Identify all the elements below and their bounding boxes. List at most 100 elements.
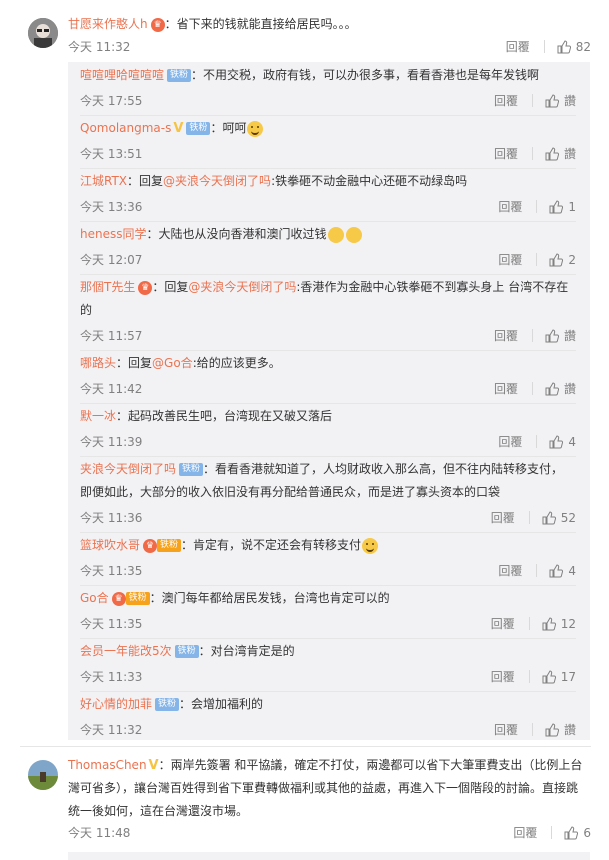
like-button[interactable]: 1 [549,200,576,214]
reply-button[interactable]: 回覆 [491,509,515,526]
reply-button[interactable]: 回覆 [513,824,537,841]
reply-list: 喧喧哩哈喧喧喧 铁粉 ：不用交税，政府有钱，可以办很多事，看看香港也是每年发钱啊 今… [68,62,590,740]
divider [543,40,545,53]
like-button[interactable]: 讚 [545,145,576,162]
reply-username[interactable]: 篮球吹水哥 [80,538,140,552]
reply-button[interactable]: 回覆 [498,251,522,268]
reply-item: Qomolangma-s V 铁粉 ：呵呵 今天 13:51 回覆 讚 [80,115,576,168]
thumb-up-icon [564,825,579,839]
reply-username[interactable]: 夹浪今天倒闭了吗 [80,462,176,476]
divider [531,723,533,736]
reply-actions: 回覆 讚 [494,721,576,738]
like-count: 52 [560,510,576,525]
reply-button[interactable]: 回覆 [506,38,530,55]
reply-actions: 回覆 12 [491,615,576,632]
fan-medal: 铁粉 [125,592,150,605]
reply-username[interactable]: Go合 [80,591,109,605]
reply-item: heness同学：大陆也从没向香港和澳门收过钱 今天 12:07 回覆 2 [80,221,576,274]
reply-text: ：会增加福利的 [179,697,264,711]
like-count: 82 [575,39,591,54]
like-count: 17 [560,669,576,684]
like-button[interactable]: 12 [542,617,576,631]
reply-button[interactable]: 回覆 [498,198,522,215]
divider [531,382,533,395]
like-button[interactable]: 4 [549,564,576,578]
thumb-up-icon [549,563,564,577]
reply-button[interactable]: 回覆 [491,668,515,685]
avatar[interactable] [28,760,58,790]
reply-button[interactable]: 回覆 [494,92,518,109]
fan-badge: 铁粉 [174,645,199,658]
shrug-emoji-icon [327,226,344,243]
divider [80,168,576,169]
like-button[interactable]: 2 [549,253,576,267]
mention-link[interactable]: @夹浪今天倒闭了吗 [188,280,296,294]
reply-username[interactable]: heness同学 [80,227,146,241]
smile-emoji-icon [247,120,264,137]
reply-button[interactable]: 回覆 [498,433,522,450]
reply-button[interactable]: 回覆 [494,327,518,344]
divider [80,638,576,639]
comment-body: 甘愿来作憨人h ♛ ：省下来的钱就能直接给居民吗。。。 [68,13,591,36]
reply-actions: 回覆 1 [498,198,576,215]
reply-text: ：回复 [116,356,153,370]
like-count: 12 [560,616,576,631]
comment-username[interactable]: 甘愿来作憨人h [68,17,148,31]
like-count: 讚 [563,147,576,161]
reply-text: ：对台湾肯定是的 [198,644,295,658]
reply-button[interactable]: 回覆 [494,380,518,397]
like-button[interactable]: 讚 [545,721,576,738]
reply-text: ：肯定有，说不定还会有转移支付 [181,538,362,552]
reply-time: 今天 11:33 [80,670,143,684]
comment-text-line3: 统一後如何，這在台灣還沒市場。 [68,804,249,818]
reply-time: 今天 12:07 [80,253,143,267]
reply-button[interactable]: 回覆 [494,721,518,738]
divider [80,585,576,586]
like-button[interactable]: 6 [564,826,591,840]
reply-username[interactable]: 江城RTX [80,174,127,188]
like-button[interactable]: 52 [542,511,576,525]
like-button[interactable]: 讚 [545,92,576,109]
divider [80,274,576,275]
reply-username[interactable]: Qomolangma-s [80,121,171,135]
comment-time: 今天 11:48 [68,826,131,840]
like-count: 讚 [563,382,576,396]
fan-medal: 铁粉 [157,539,182,552]
like-button[interactable]: 82 [557,40,591,54]
reply-time: 今天 13:36 [80,200,143,214]
like-button[interactable]: 讚 [545,380,576,397]
avatar[interactable] [28,18,58,48]
like-button[interactable]: 17 [542,670,576,684]
reply-actions: 回覆 2 [498,251,576,268]
thumb-up-icon [542,616,556,630]
reply-button[interactable]: 回覆 [491,615,515,632]
reply-button[interactable]: 回覆 [494,145,518,162]
thumb-up-icon [549,434,564,448]
reply-username[interactable]: 哪路头 [80,356,116,370]
reply-button[interactable]: 回覆 [498,562,522,579]
like-button[interactable]: 讚 [545,327,576,344]
reply-username[interactable]: 会员一年能改5次 [80,644,172,658]
reply-text: ：澳门每年都给居民发钱，台湾也肯定可以的 [149,591,390,605]
thumb-up-icon [549,199,564,213]
reply-text-cont: :给的应该更多。 [192,356,281,370]
mention-link[interactable]: @夹浪今天倒闭了吗 [163,174,271,188]
reply-text: ：回复 [152,280,189,294]
vip-icon: ♛ [138,280,153,295]
reply-actions: 回覆 4 [498,562,576,579]
thumb-up-icon [545,381,559,395]
reply-username[interactable]: 好心情的加菲 [80,697,152,711]
vip-icon: ♛ [150,17,165,32]
fan-badge: 铁粉 [179,463,204,476]
reply-username[interactable]: 默一冰 [80,409,116,423]
reply-username[interactable]: 那個T先生 [80,280,135,294]
mention-link[interactable]: @Go合 [152,356,193,370]
reply-text: ：看看香港就知道了，人均财政收入那么高，但不往内陆转移支付， [203,462,564,476]
reply-actions: 回覆 52 [491,509,576,526]
like-button[interactable]: 4 [549,435,576,449]
comment-username[interactable]: ThomasChen [68,758,147,772]
divider [536,564,538,577]
reply-username[interactable]: 喧喧哩哈喧喧喧 [80,68,164,82]
reply-item: 会员一年能改5次 铁粉 ：对台湾肯定是的 今天 11:33 回覆 17 [80,638,576,691]
reply-item: Go合 ♛ 铁粉 ：澳门每年都给居民发钱，台湾也肯定可以的 今天 11:35 回覆 1… [80,585,576,638]
